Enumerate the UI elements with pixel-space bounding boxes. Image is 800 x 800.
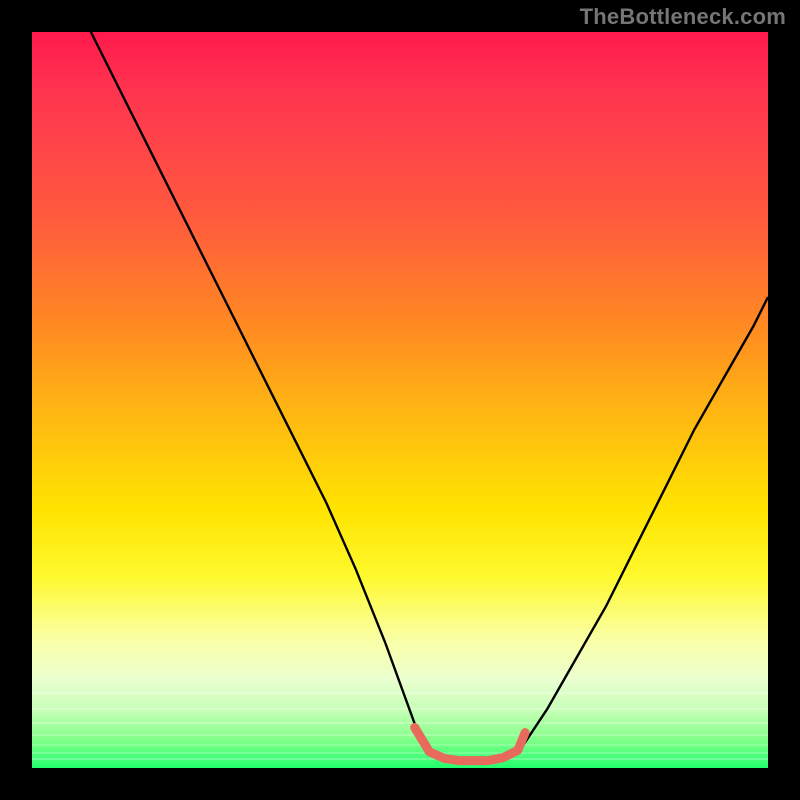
plot-area	[32, 32, 768, 768]
watermark-text: TheBottleneck.com	[580, 4, 786, 30]
left-branch-path	[91, 32, 430, 753]
chart-frame: TheBottleneck.com	[0, 0, 800, 800]
curve-layer	[32, 32, 768, 768]
trough-highlight-path	[415, 728, 525, 761]
right-branch-path	[518, 297, 768, 753]
